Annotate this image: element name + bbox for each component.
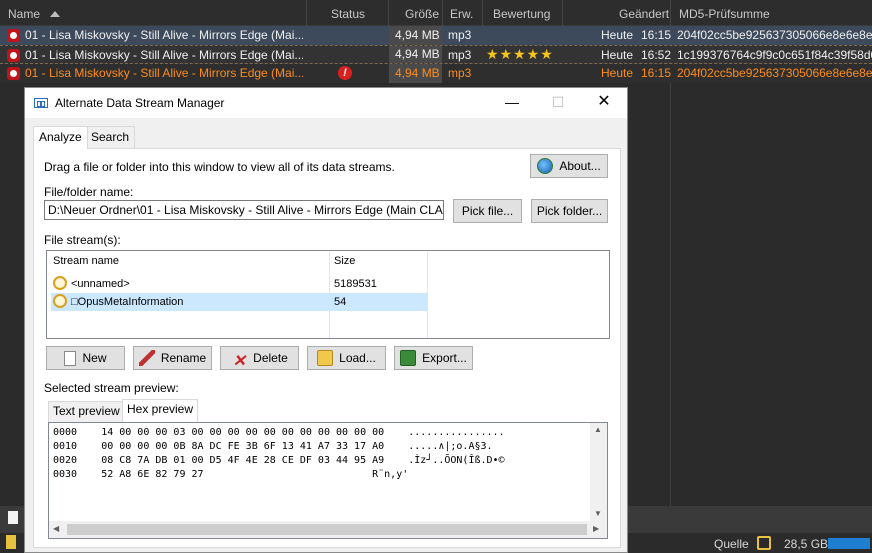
file-size: 4,94 MB <box>389 26 442 45</box>
scroll-right-icon[interactable]: ▶ <box>593 524 599 533</box>
stream-row[interactable]: <unnamed> 5189531 <box>51 275 428 293</box>
file-row[interactable]: 01 - Lisa Miskovsky - Still Alive - Mirr… <box>0 45 872 64</box>
tab-text-preview[interactable]: Text preview <box>48 401 125 422</box>
file-date: Heute <box>601 48 634 62</box>
file-row[interactable]: 01 - Lisa Miskovsky - Still Alive - Mirr… <box>0 26 872 45</box>
file-name: 01 - Lisa Miskovsky - Still Alive - Mirr… <box>25 28 303 42</box>
app-icon <box>34 98 48 108</box>
file-size: 4,94 MB <box>389 46 442 63</box>
column-header-stream-name[interactable]: Stream name <box>53 255 119 267</box>
hex-line: 0010 00 00 00 00 0B 8A DC FE 3B 6F 13 41… <box>53 441 493 452</box>
file-ext: mp3 <box>448 28 472 42</box>
pencil-icon <box>138 350 155 366</box>
rename-stream-button[interactable]: Rename <box>133 346 212 370</box>
ads-manager-window: Alternate Data Stream Manager — ☐ ✕ Anal… <box>24 87 628 553</box>
new-stream-button[interactable]: New <box>46 346 125 370</box>
file-date: Heute <box>601 66 634 80</box>
file-md5: 1c199376764c9f9c0c651f84c39f58d0 <box>677 48 872 62</box>
column-header-modified[interactable]: Geändert <box>619 7 669 21</box>
pick-folder-button[interactable]: Pick folder... <box>531 199 608 223</box>
magnifier-icon <box>53 294 67 308</box>
scroll-up-icon[interactable]: ▲ <box>594 425 602 434</box>
disk-usage-bar <box>828 538 870 549</box>
column-header-rating[interactable]: Bewertung <box>493 7 550 21</box>
column-header-size[interactable]: Größe <box>405 7 439 21</box>
stream-name: □OpusMetaInformation <box>71 296 184 308</box>
file-md5: 204f02cc5be925637305066e8e6e8e45 <box>677 66 872 80</box>
file-time: 16:52 <box>641 48 672 62</box>
audio-file-icon <box>7 29 20 42</box>
hex-preview-box[interactable]: 0000 14 00 00 00 03 00 00 00 00 00 00 00… <box>48 422 608 539</box>
column-header-status[interactable]: Status <box>331 7 365 21</box>
sort-ascending-icon <box>50 11 61 17</box>
save-disk-icon <box>400 350 417 366</box>
audio-file-icon <box>7 49 20 62</box>
filelist-header: Name Status Größe Erw. Bewertung Geänder… <box>0 0 872 26</box>
source-label[interactable]: Quelle <box>714 537 749 551</box>
magnifier-icon <box>53 276 67 290</box>
stream-name: <unnamed> <box>71 278 130 290</box>
file-time: 16:15 <box>641 28 672 42</box>
tab-analyze[interactable]: Analyze <box>33 126 88 149</box>
about-button[interactable]: About... <box>530 154 608 178</box>
scroll-left-icon[interactable]: ◀ <box>53 524 59 533</box>
file-size: 4,94 MB <box>389 64 442 83</box>
new-document-icon <box>64 351 77 366</box>
column-header-ext[interactable]: Erw. <box>450 7 473 21</box>
minimize-button[interactable]: — <box>489 88 535 118</box>
file-row[interactable]: 01 - Lisa Miskovsky - Still Alive - Mirr… <box>0 64 872 83</box>
file-name: 01 - Lisa Miskovsky - Still Alive - Mirr… <box>25 66 303 80</box>
file-folder-label: File/folder name: <box>44 185 134 199</box>
info-globe-icon <box>537 158 554 174</box>
export-stream-button[interactable]: Export... <box>394 346 473 370</box>
rating-stars[interactable]: ★★★★★ <box>486 46 554 63</box>
open-folder-icon <box>317 350 334 366</box>
lock-icon[interactable] <box>757 536 771 550</box>
maximize-button[interactable]: ☐ <box>535 88 581 118</box>
column-header-md5[interactable]: MD5-Prüfsumme <box>679 7 770 21</box>
scroll-thumb[interactable] <box>67 524 587 535</box>
file-name: 01 - Lisa Miskovsky - Still Alive - Mirr… <box>25 48 303 62</box>
file-streams-label: File stream(s): <box>44 233 121 247</box>
delete-x-icon: ✕ <box>232 353 246 370</box>
file-md5: 204f02cc5be925637305066e8e6e8e45 <box>677 28 872 42</box>
hex-line: 0000 14 00 00 00 03 00 00 00 00 00 00 00… <box>53 427 505 438</box>
column-header-stream-size[interactable]: Size <box>334 255 355 267</box>
horizontal-scrollbar[interactable]: ◀ ▶ <box>49 521 607 538</box>
document-icon[interactable] <box>8 511 18 524</box>
column-header-name[interactable]: Name <box>8 7 61 21</box>
stream-row-selected[interactable]: □OpusMetaInformation 54 <box>51 293 428 311</box>
tab-search[interactable]: Search <box>85 126 136 148</box>
vertical-scrollbar[interactable]: ▲ ▼ <box>590 423 607 523</box>
stream-list[interactable]: Stream name Size <unnamed> 5189531 □Opus… <box>46 250 610 339</box>
warning-icon: ! <box>338 66 352 80</box>
close-button[interactable]: ✕ <box>581 88 627 118</box>
audio-file-icon <box>7 67 20 80</box>
folder-icon[interactable] <box>6 535 16 549</box>
pick-file-button[interactable]: Pick file... <box>453 199 522 223</box>
file-ext: mp3 <box>448 48 472 62</box>
tab-hex-preview[interactable]: Hex preview <box>122 399 199 422</box>
load-stream-button[interactable]: Load... <box>307 346 386 370</box>
hex-line: 0020 08 C8 7A DB 01 00 D5 4F 4E 28 CE DF… <box>53 455 505 466</box>
analyze-panel: Drag a file or folder into this window t… <box>33 148 621 548</box>
file-ext: mp3 <box>448 66 472 80</box>
file-time: 16:15 <box>641 66 672 80</box>
title-bar[interactable]: Alternate Data Stream Manager — ☐ ✕ <box>25 88 627 118</box>
hex-line: 0030 52 A8 6E 82 79 27 R¨n‚y' <box>53 469 409 480</box>
stream-size: 5189531 <box>334 278 377 290</box>
free-space: 28,5 GB <box>784 537 829 551</box>
stream-size: 54 <box>334 296 347 308</box>
file-date: Heute <box>601 28 634 42</box>
file-path-input[interactable]: D:\Neuer Ordner\01 - Lisa Miskovsky - St… <box>44 200 444 220</box>
scroll-down-icon[interactable]: ▼ <box>594 509 602 518</box>
instruction-text: Drag a file or folder into this window t… <box>44 160 395 174</box>
window-title: Alternate Data Stream Manager <box>55 96 225 110</box>
delete-stream-button[interactable]: ✕ Delete <box>220 346 299 370</box>
preview-label: Selected stream preview: <box>44 381 179 395</box>
